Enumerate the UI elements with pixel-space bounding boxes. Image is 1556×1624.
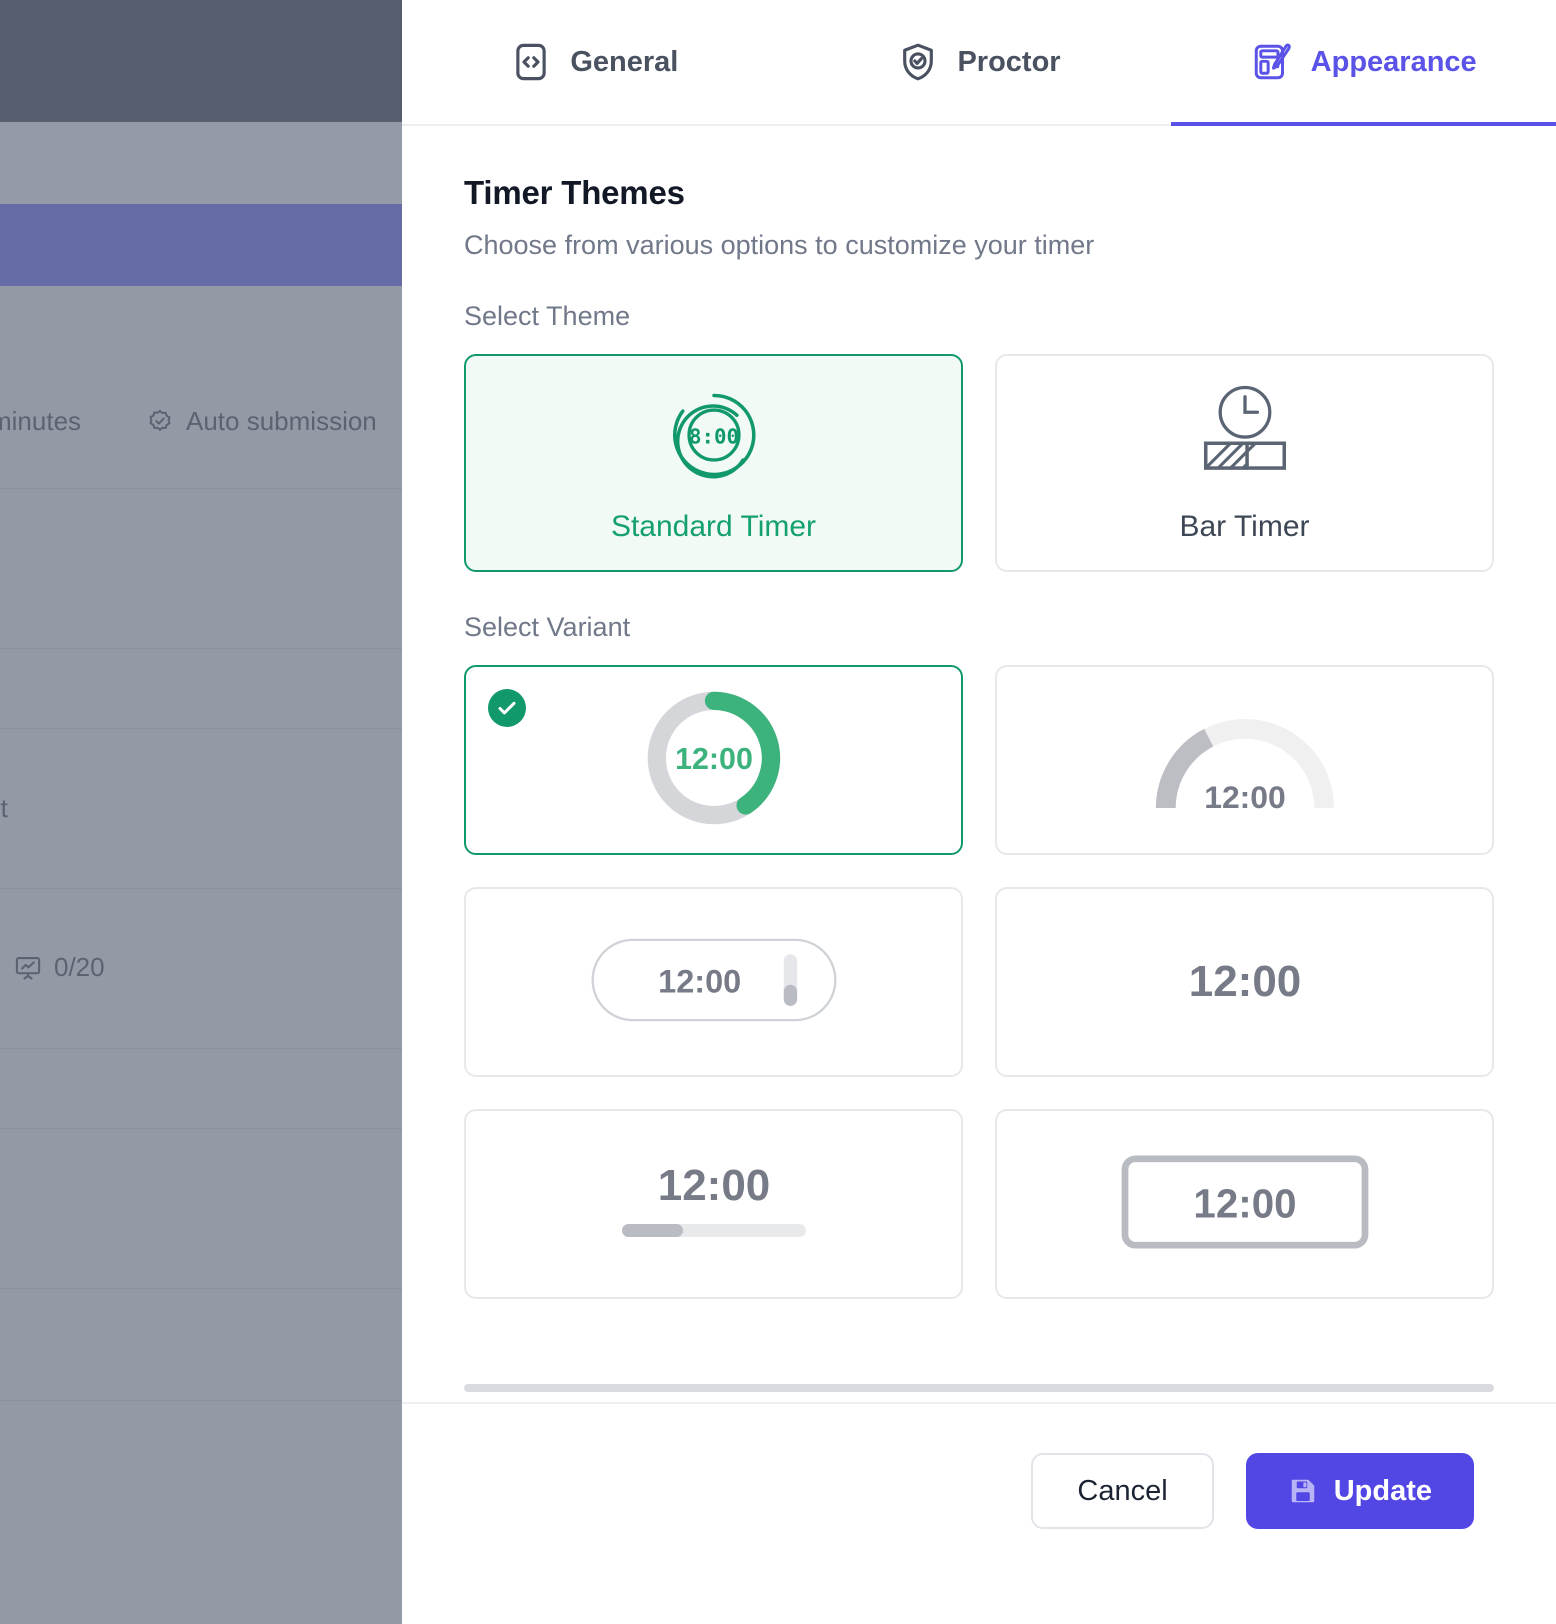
pill-timer-preview: 12:00 xyxy=(589,937,839,1028)
background-duration-text: minutes xyxy=(0,406,82,436)
theme-option-label: Bar Timer xyxy=(1179,509,1310,543)
select-theme-label: Select Theme xyxy=(464,301,631,331)
background-chip-label: 0/20 xyxy=(54,952,105,982)
theme-option-label: Standard Timer xyxy=(610,509,817,543)
modal-footer: Cancel Update xyxy=(402,1402,1556,1578)
theme-option-standard-timer[interactable]: 8:00 Standard Timer xyxy=(464,354,963,572)
background-divider xyxy=(0,488,402,489)
verified-check-icon xyxy=(146,408,174,436)
tab-general[interactable]: General xyxy=(402,0,787,124)
variant-option-underbar[interactable]: 12:00 xyxy=(464,1109,963,1299)
palette-brush-icon xyxy=(1251,41,1293,83)
gauge-timer-preview: 12:00 xyxy=(1146,700,1344,821)
background-divider xyxy=(0,1400,402,1401)
gauge-timer-time: 12:00 xyxy=(1204,779,1286,815)
plain-timer-time: 12:00 xyxy=(1188,957,1301,1006)
tab-general-label: General xyxy=(570,45,679,78)
background-questions-count-chip: 0/20 xyxy=(14,952,105,983)
code-square-icon xyxy=(510,41,552,83)
plain-timer-preview: 12:00 xyxy=(1145,950,1345,1015)
check-icon xyxy=(488,689,526,727)
ring-timer-time: 12:00 xyxy=(675,741,753,775)
background-row xyxy=(0,122,402,204)
settings-tablist: General Proctor Appearance xyxy=(402,0,1556,126)
variant-option-gauge[interactable]: 12:00 xyxy=(995,665,1494,855)
shield-check-icon xyxy=(897,41,939,83)
timer-themes-modal: General Proctor Appearance Timer Themes … xyxy=(402,0,1556,1578)
page-title: Timer Themes xyxy=(464,174,685,211)
page-subtitle: Choose from various options to customize… xyxy=(464,230,1095,260)
modal-body: Timer Themes Choose from various options… xyxy=(402,126,1556,1402)
background-topbar xyxy=(0,0,402,122)
variant-option-pill[interactable]: 12:00 xyxy=(464,887,963,1077)
theme-option-bar-timer[interactable]: Bar Timer xyxy=(995,354,1494,572)
select-variant-label: Select Variant xyxy=(464,612,631,642)
update-button[interactable]: Update xyxy=(1245,1453,1474,1529)
variant-option-plain[interactable]: 12:00 xyxy=(995,887,1494,1077)
background-divider xyxy=(0,1288,402,1289)
background-divider xyxy=(0,728,402,729)
cancel-button[interactable]: Cancel xyxy=(1031,1453,1214,1529)
underbar-timer-time: 12:00 xyxy=(657,1161,770,1210)
background-divider xyxy=(0,1128,402,1129)
floppy-save-icon xyxy=(1288,1476,1318,1506)
background-divider xyxy=(0,648,402,649)
horizontal-scrollbar[interactable] xyxy=(464,1384,1494,1392)
boxed-timer-time: 12:00 xyxy=(1193,1180,1296,1226)
variant-option-ring[interactable]: 12:00 xyxy=(464,665,963,855)
tab-appearance-label: Appearance xyxy=(1310,45,1477,78)
theme-options-grid: 8:00 Standard Timer Bar Timer xyxy=(464,354,1494,572)
ring-timer-preview: 12:00 xyxy=(641,685,787,836)
clock-progress-bar-icon xyxy=(1183,383,1307,492)
tab-appearance[interactable]: Appearance xyxy=(1171,0,1556,126)
background-auto-submission-chip: Auto submission xyxy=(146,406,377,437)
boxed-timer-preview: 12:00 xyxy=(1120,1154,1370,1255)
background-divider xyxy=(0,1048,402,1049)
background-selected-row xyxy=(0,204,402,286)
svg-text:8:00: 8:00 xyxy=(688,424,738,448)
variant-options-grid: 12:00 12:00 12:00 12:00 12:00 12:00 xyxy=(464,665,1494,1299)
tab-proctor-label: Proctor xyxy=(957,45,1061,78)
stopwatch-digital-icon: 8:00 xyxy=(662,383,766,492)
variant-option-boxed[interactable]: 12:00 xyxy=(995,1109,1494,1299)
presentation-chart-icon xyxy=(14,954,42,982)
background-truncated-text: rt xyxy=(0,793,8,823)
underbar-timer-preview: 12:00 xyxy=(584,1152,844,1257)
background-divider xyxy=(0,888,402,889)
update-button-label: Update xyxy=(1333,1474,1432,1507)
background-chip-label: Auto submission xyxy=(186,406,377,436)
pill-timer-time: 12:00 xyxy=(658,963,741,999)
tab-proctor[interactable]: Proctor xyxy=(787,0,1172,124)
